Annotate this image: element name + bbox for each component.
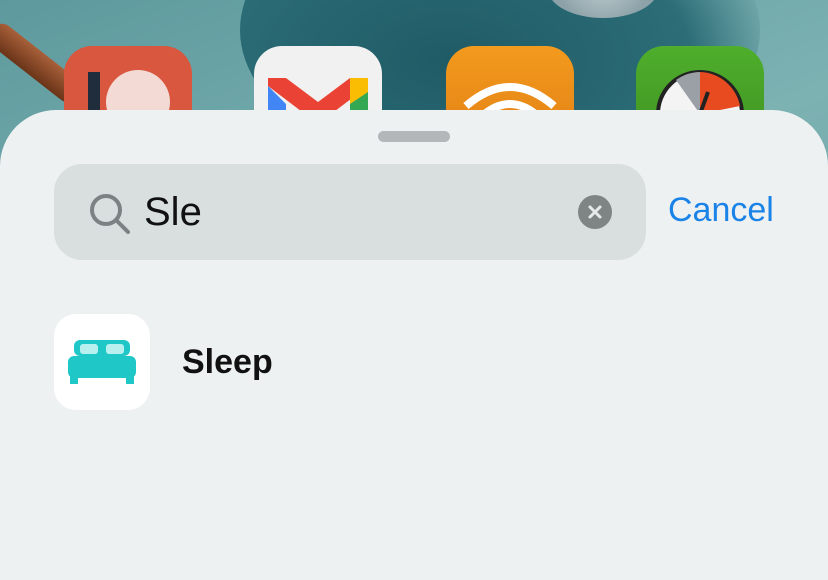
search-field[interactable]: Sle bbox=[54, 164, 646, 260]
magnifying-glass-icon bbox=[88, 192, 132, 236]
search-sheet: Sle Cancel Sleep bbox=[0, 110, 828, 580]
search-input-value[interactable]: Sle bbox=[144, 188, 202, 236]
xmark-icon bbox=[588, 205, 602, 219]
sleep-app-icon[interactable] bbox=[54, 314, 150, 410]
cancel-button[interactable]: Cancel bbox=[668, 190, 774, 230]
search-result-label: Sleep bbox=[182, 343, 273, 381]
search-result-sleep[interactable]: Sleep bbox=[54, 314, 774, 410]
sheet-grabber[interactable] bbox=[378, 131, 450, 142]
bed-icon bbox=[68, 340, 136, 384]
clear-search-button[interactable] bbox=[578, 195, 612, 229]
